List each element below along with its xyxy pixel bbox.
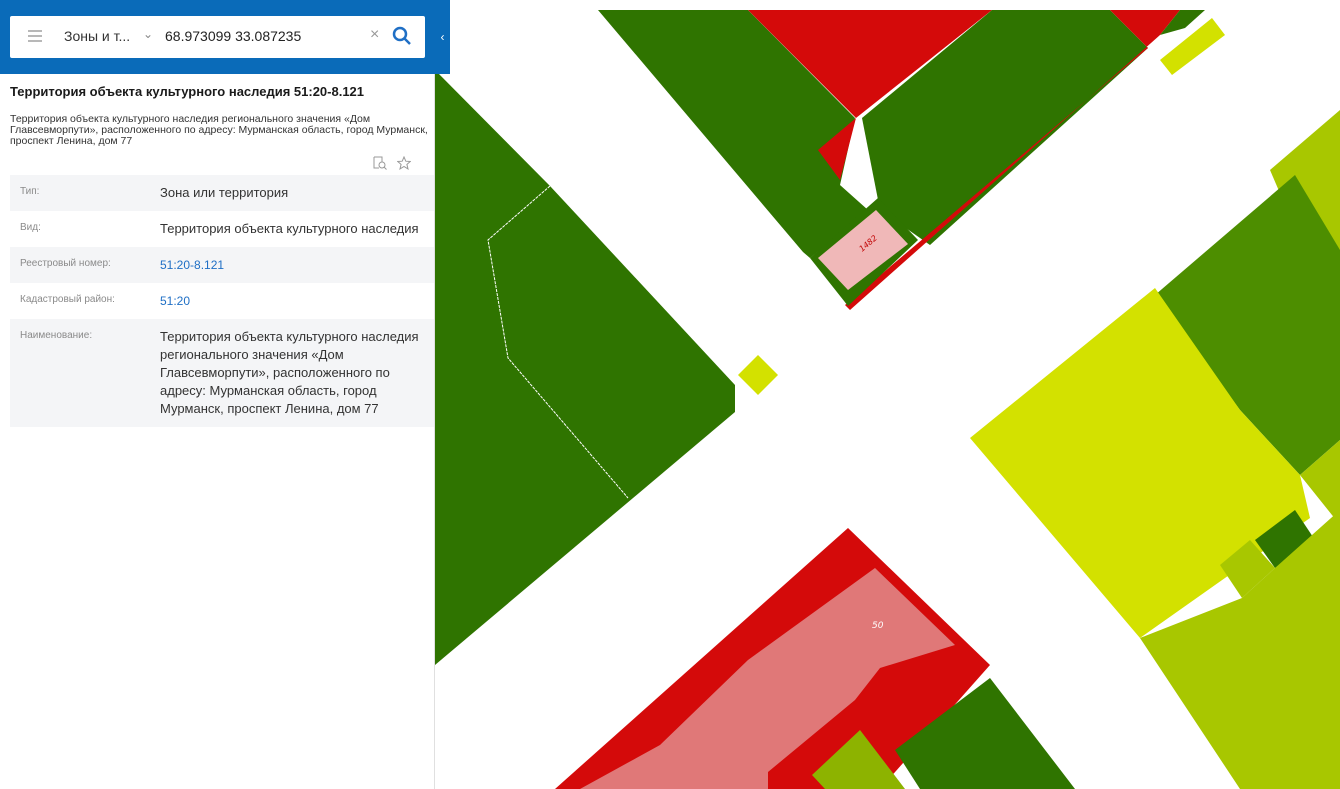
search-icon[interactable] [392,26,412,46]
map-label-50: 50 [872,621,884,631]
zoom-to-icon[interactable] [373,156,387,170]
star-icon[interactable] [397,156,411,170]
search-box: Зоны и т... ⌄ × [10,16,425,58]
property-value: Территория объекта культурного наследия [160,221,419,236]
property-row-cadastral-district: Кадастровый район: 51:20 [10,283,434,319]
properties-table: Тип: Зона или территория Вид: Территория… [10,175,434,427]
property-row-name: Наименование: Территория объекта культур… [10,319,434,427]
object-description: Территория объекта культурного наследия … [10,113,428,147]
property-key: Кадастровый район: [20,294,115,305]
property-key: Наименование: [20,330,93,341]
cadastral-district-link[interactable]: 51:20 [160,292,424,310]
registry-number-link[interactable]: 51:20-8.121 [160,256,424,274]
property-row-registry-number: Реестровый номер: 51:20-8.121 [10,247,434,283]
property-value: Зона или территория [160,185,289,200]
property-row-kind: Вид: Территория объекта культурного насл… [10,211,434,247]
collapse-panel-button[interactable]: ‹ [435,16,450,58]
object-title: Территория объекта культурного наследия … [10,84,365,99]
property-key: Тип: [20,186,40,197]
info-panel: Зоны и т... ⌄ × Территория объекта культ… [0,0,450,789]
close-icon[interactable]: × [370,26,379,44]
search-input[interactable] [165,24,365,48]
property-value: Территория объекта культурного наследия … [160,329,419,416]
property-key: Вид: [20,222,41,233]
property-key: Реестровый номер: [20,258,111,269]
property-row-type: Тип: Зона или территория [10,175,434,211]
chevron-down-icon[interactable]: ⌄ [143,27,153,41]
menu-icon[interactable] [28,30,42,44]
object-actions [373,156,411,170]
layer-selector[interactable]: Зоны и т... [64,28,130,44]
search-bar: Зоны и т... ⌄ × [0,0,450,74]
